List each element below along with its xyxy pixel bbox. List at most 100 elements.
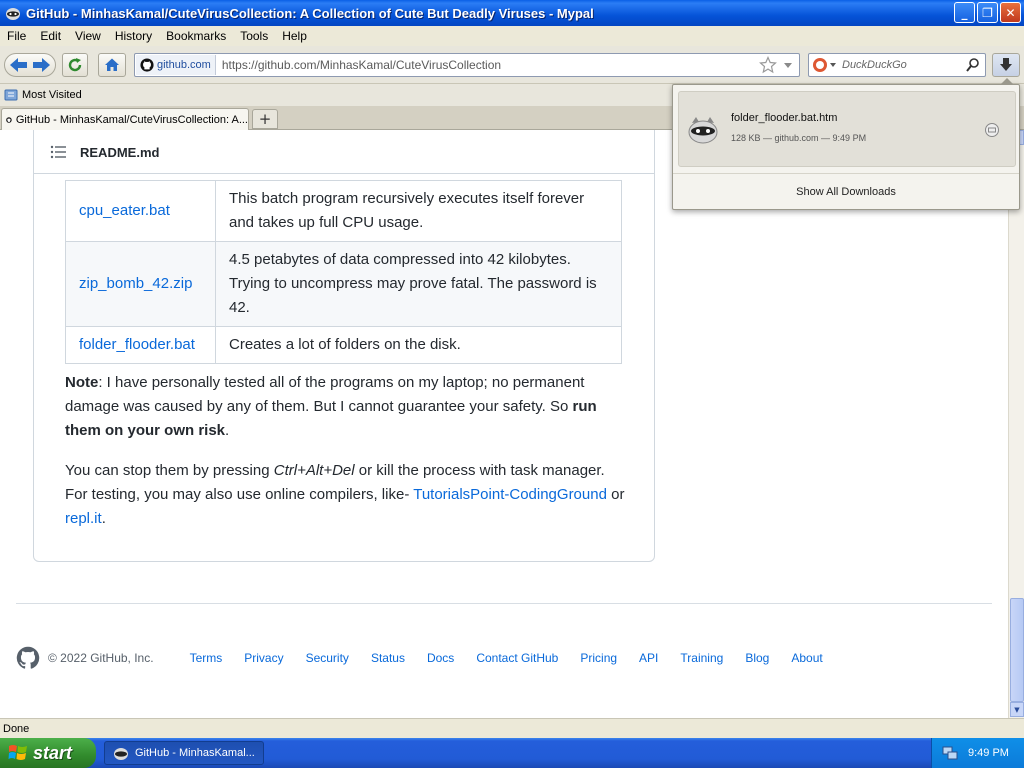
most-visited-bookmark[interactable]: Most Visited <box>0 88 82 102</box>
bookmark-star-icon[interactable] <box>759 56 777 74</box>
download-meta: 128 KB — github.com — 9:49 PM <box>731 133 867 143</box>
search-placeholder: DuckDuckGo <box>842 59 907 71</box>
table-row: cpu_eater.bat This batch program recursi… <box>65 180 622 242</box>
table-row: zip_bomb_42.zip 4.5 petabytes of data co… <box>65 241 622 327</box>
system-tray: 9:49 PM <box>931 738 1024 768</box>
footer-link-training[interactable]: Training <box>680 651 723 665</box>
note-text: : I have personally tested all of the pr… <box>65 374 585 415</box>
url-dropdown-icon[interactable] <box>781 58 795 72</box>
note-label: Note <box>65 374 99 391</box>
scrollbar-thumb[interactable] <box>1010 598 1024 702</box>
site-identity-label: github.com <box>157 59 211 71</box>
reload-button[interactable] <box>62 53 88 77</box>
github-favicon-icon <box>140 58 154 72</box>
download-arrow-icon <box>1000 58 1012 71</box>
footer-link-docs[interactable]: Docs <box>427 651 454 665</box>
show-all-downloads-button[interactable]: Show All Downloads <box>673 173 1019 209</box>
note-end: . <box>225 422 230 439</box>
menu-history[interactable]: History <box>108 29 159 43</box>
page-content: README.md cpu_eater.bat This batch progr… <box>0 130 1008 718</box>
address-bar[interactable]: github.com https://github.com/MinhasKama… <box>134 53 800 77</box>
reload-icon <box>68 58 82 72</box>
taskbar: start GitHub - MinhasKamal... 9:49 PM <box>0 738 1024 768</box>
taskbar-item-label: GitHub - MinhasKamal... <box>135 747 255 759</box>
tab-github[interactable]: GitHub - MinhasKamal/CuteVirusCollection… <box>1 108 249 131</box>
navigation-toolbar: github.com https://github.com/MinhasKama… <box>0 46 1024 84</box>
show-all-downloads-label: Show All Downloads <box>796 185 896 198</box>
scroll-down-arrow-icon[interactable]: ▼ <box>1010 702 1024 717</box>
footer-link-security[interactable]: Security <box>306 651 349 665</box>
panel-pointer <box>1000 78 1014 85</box>
footer-link-pricing[interactable]: Pricing <box>580 651 617 665</box>
footer-link-api[interactable]: API <box>639 651 658 665</box>
raccoon-taskbar-icon <box>114 748 128 760</box>
file-link[interactable]: zip_bomb_42.zip <box>65 241 216 327</box>
stop-paragraph: You can stop them by pressing Ctrl+Alt+D… <box>65 459 625 531</box>
downloads-button[interactable] <box>992 53 1020 77</box>
footer-links: Terms Privacy Security Status Docs Conta… <box>168 651 823 665</box>
footer: © 2022 GitHub, Inc. Terms Privacy Securi… <box>16 644 823 672</box>
menu-bar: File Edit View History Bookmarks Tools H… <box>0 26 1024 46</box>
raccoon-app-icon <box>6 8 20 20</box>
copyright-text: © 2022 GitHub, Inc. <box>48 651 154 665</box>
footer-link-terms[interactable]: Terms <box>190 651 223 665</box>
search-bar[interactable]: DuckDuckGo <box>808 53 986 77</box>
menu-edit[interactable]: Edit <box>33 29 68 43</box>
vertical-scrollbar[interactable]: ▲ ▼ <box>1008 130 1024 718</box>
stop-keys: Ctrl+Alt+Del <box>273 462 355 479</box>
footer-link-privacy[interactable]: Privacy <box>244 651 283 665</box>
github-logo-icon[interactable] <box>16 646 40 670</box>
download-filename: folder_flooder.bat.htm <box>731 112 838 124</box>
minimize-button[interactable]: _ <box>954 2 975 23</box>
footer-link-about[interactable]: About <box>791 651 822 665</box>
back-arrow-icon[interactable] <box>8 56 30 74</box>
start-label: start <box>33 742 73 763</box>
status-text: Done <box>3 722 30 735</box>
tab-title: GitHub - MinhasKamal/CuteVirusCollection… <box>15 114 248 126</box>
bookmark-folder-icon <box>4 89 18 101</box>
download-item[interactable]: folder_flooder.bat.htm 128 KB — github.c… <box>678 91 1016 167</box>
tutorialspoint-link[interactable]: TutorialsPoint-CodingGround <box>413 486 607 503</box>
url-text[interactable]: https://github.com/MinhasKamal/CuteVirus… <box>217 58 759 72</box>
clock[interactable]: 9:49 PM <box>968 747 1009 759</box>
site-identity-button[interactable]: github.com <box>136 55 216 75</box>
new-tab-button[interactable]: + <box>252 109 278 129</box>
note-paragraph: Note: I have personally tested all of th… <box>65 371 625 443</box>
downloads-panel: folder_flooder.bat.htm 128 KB — github.c… <box>672 78 1020 210</box>
start-button[interactable]: start <box>0 738 96 768</box>
footer-link-contact[interactable]: Contact GitHub <box>476 651 558 665</box>
footer-divider <box>16 603 992 604</box>
taskbar-item-browser[interactable]: GitHub - MinhasKamal... <box>104 741 264 765</box>
stop-text-4: . <box>101 510 106 527</box>
search-icon[interactable] <box>965 57 981 73</box>
menu-help[interactable]: Help <box>275 29 314 43</box>
duckduckgo-engine-icon[interactable] <box>812 57 838 73</box>
file-description: This batch program recursively executes … <box>215 180 622 242</box>
home-button[interactable] <box>98 53 126 77</box>
menu-view[interactable]: View <box>68 29 108 43</box>
footer-link-status[interactable]: Status <box>371 651 405 665</box>
virus-table: cpu_eater.bat This batch program recursi… <box>65 180 622 364</box>
most-visited-label: Most Visited <box>22 89 82 101</box>
open-folder-icon[interactable] <box>984 122 1000 138</box>
replit-link[interactable]: repl.it <box>65 510 102 527</box>
restore-button[interactable]: ❐ <box>977 2 998 23</box>
file-description: Creates a lot of folders on the disk. <box>215 326 622 364</box>
file-link[interactable]: cpu_eater.bat <box>65 180 216 242</box>
forward-arrow-icon[interactable] <box>30 56 52 74</box>
close-button[interactable]: ✕ <box>1000 2 1021 23</box>
readme-header: README.md <box>34 131 654 174</box>
home-icon <box>105 58 119 71</box>
file-link[interactable]: folder_flooder.bat <box>65 326 216 364</box>
footer-link-blog[interactable]: Blog <box>745 651 769 665</box>
raccoon-file-icon <box>688 117 718 144</box>
menu-bookmarks[interactable]: Bookmarks <box>159 29 233 43</box>
menu-file[interactable]: File <box>0 29 33 43</box>
table-row: folder_flooder.bat Creates a lot of fold… <box>65 326 622 364</box>
window-title: GitHub - MinhasKamal/CuteVirusCollection… <box>26 5 594 21</box>
file-description: 4.5 petabytes of data compressed into 42… <box>215 241 622 327</box>
table-of-contents-icon[interactable] <box>50 145 66 159</box>
menu-tools[interactable]: Tools <box>233 29 275 43</box>
network-icon[interactable] <box>942 745 958 761</box>
title-bar: GitHub - MinhasKamal/CuteVirusCollection… <box>0 0 1024 26</box>
